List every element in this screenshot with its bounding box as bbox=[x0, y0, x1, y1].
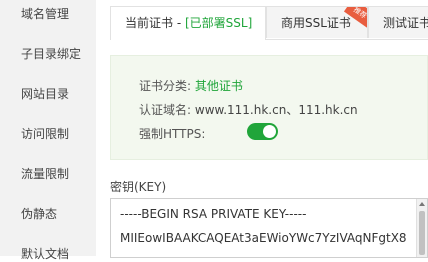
force-https-label: 强制HTTPS: bbox=[139, 127, 206, 141]
force-https-toggle[interactable] bbox=[247, 123, 278, 140]
cert-category-value: 其他证书 bbox=[194, 79, 243, 93]
main-panel: 当前证书 - [已部署SSL] 商用SSL证书 推荐 测试证书 证书分类: 其他… bbox=[96, 0, 428, 258]
sidebar-item-rewrite[interactable]: 伪静态 bbox=[21, 205, 57, 222]
sidebar-item-access-restriction[interactable]: 访问限制 bbox=[21, 125, 69, 142]
tab-current-certificate-label: 当前证书 - bbox=[125, 16, 185, 30]
sidebar-item-domain-management[interactable]: 域名管理 bbox=[21, 5, 69, 22]
cert-domain-label: 认证域名: bbox=[139, 103, 192, 117]
scroll-thumb[interactable] bbox=[419, 211, 425, 255]
sidebar: 域名管理 子目录绑定 网站目录 访问限制 流量限制 伪静态 默认文档 bbox=[0, 0, 96, 261]
sidebar-item-traffic-limit[interactable]: 流量限制 bbox=[21, 165, 69, 182]
tab-current-certificate-status: [已部署SSL] bbox=[184, 16, 253, 30]
tab-commercial-ssl[interactable]: 商用SSL证书 推荐 bbox=[266, 6, 368, 38]
cert-domain-row: 认证域名: www.111.hk.cn、111.hk.cn bbox=[139, 101, 358, 118]
cert-category-row: 证书分类: 其他证书 bbox=[139, 77, 243, 94]
cert-category-label: 证书分类: bbox=[139, 79, 192, 93]
tab-current-certificate[interactable]: 当前证书 - [已部署SSL] bbox=[110, 6, 266, 40]
key-line: -----BEGIN RSA PRIVATE KEY----- bbox=[120, 207, 307, 221]
sidebar-item-default-document[interactable]: 默认文档 bbox=[21, 245, 69, 262]
certificate-info-box: 证书分类: 其他证书 认证域名: www.111.hk.cn、111.hk.cn… bbox=[110, 55, 428, 160]
sidebar-item-subdirectory-binding[interactable]: 子目录绑定 bbox=[21, 45, 81, 62]
scroll-up-arrow-icon[interactable] bbox=[419, 202, 425, 206]
tab-bar: 当前证书 - [已部署SSL] 商用SSL证书 推荐 测试证书 bbox=[110, 6, 428, 40]
sidebar-item-site-directory[interactable]: 网站目录 bbox=[21, 85, 69, 102]
key-scrollbar[interactable] bbox=[416, 199, 427, 257]
tab-test-certificate-label: 测试证书 bbox=[383, 16, 428, 30]
toggle-knob bbox=[263, 125, 276, 138]
force-https-row: 强制HTTPS: bbox=[139, 123, 278, 142]
cert-domain-value: www.111.hk.cn、111.hk.cn bbox=[194, 103, 358, 117]
key-label: 密钥(KEY) bbox=[110, 180, 167, 194]
key-line: MIIEowIBAAKCAQEAt3aEWioYWc7YzIVAqNFgtX8 bbox=[120, 231, 407, 245]
tab-test-certificate[interactable]: 测试证书 bbox=[368, 6, 428, 38]
tab-commercial-ssl-label: 商用SSL证书 bbox=[281, 16, 351, 30]
key-textarea[interactable]: -----BEGIN RSA PRIVATE KEY----- MIIEowIB… bbox=[110, 198, 428, 258]
